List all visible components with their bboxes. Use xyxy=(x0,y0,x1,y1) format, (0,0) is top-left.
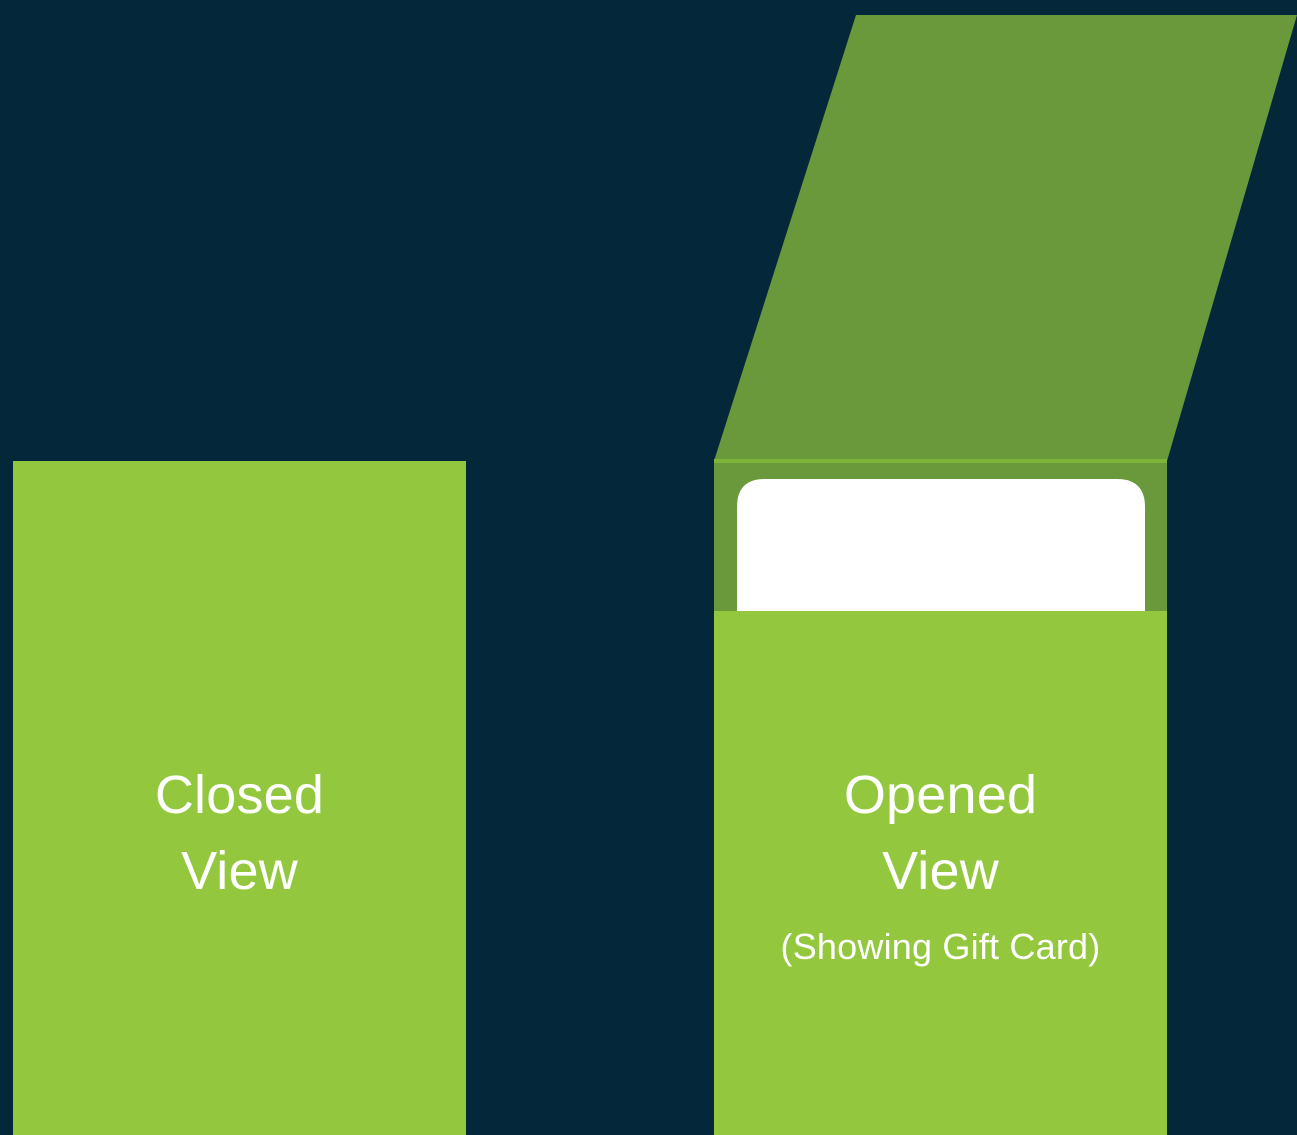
gift-card xyxy=(737,479,1145,611)
closed-view-line2: View xyxy=(181,841,298,901)
opened-sleeve-flap xyxy=(714,15,1297,461)
closed-view-label: Closed View xyxy=(13,757,466,909)
diagram-canvas: Closed View Opened View (Showing Gift Ca… xyxy=(0,0,1297,1135)
opened-view-subtitle: (Showing Gift Card) xyxy=(780,926,1101,967)
opened-sleeve-edge xyxy=(714,459,1167,463)
closed-view-line1: Closed xyxy=(154,765,325,825)
opened-view-line1: Opened xyxy=(843,765,1038,825)
opened-view-line2: View xyxy=(882,841,999,901)
opened-view-label: Opened View xyxy=(714,757,1167,909)
